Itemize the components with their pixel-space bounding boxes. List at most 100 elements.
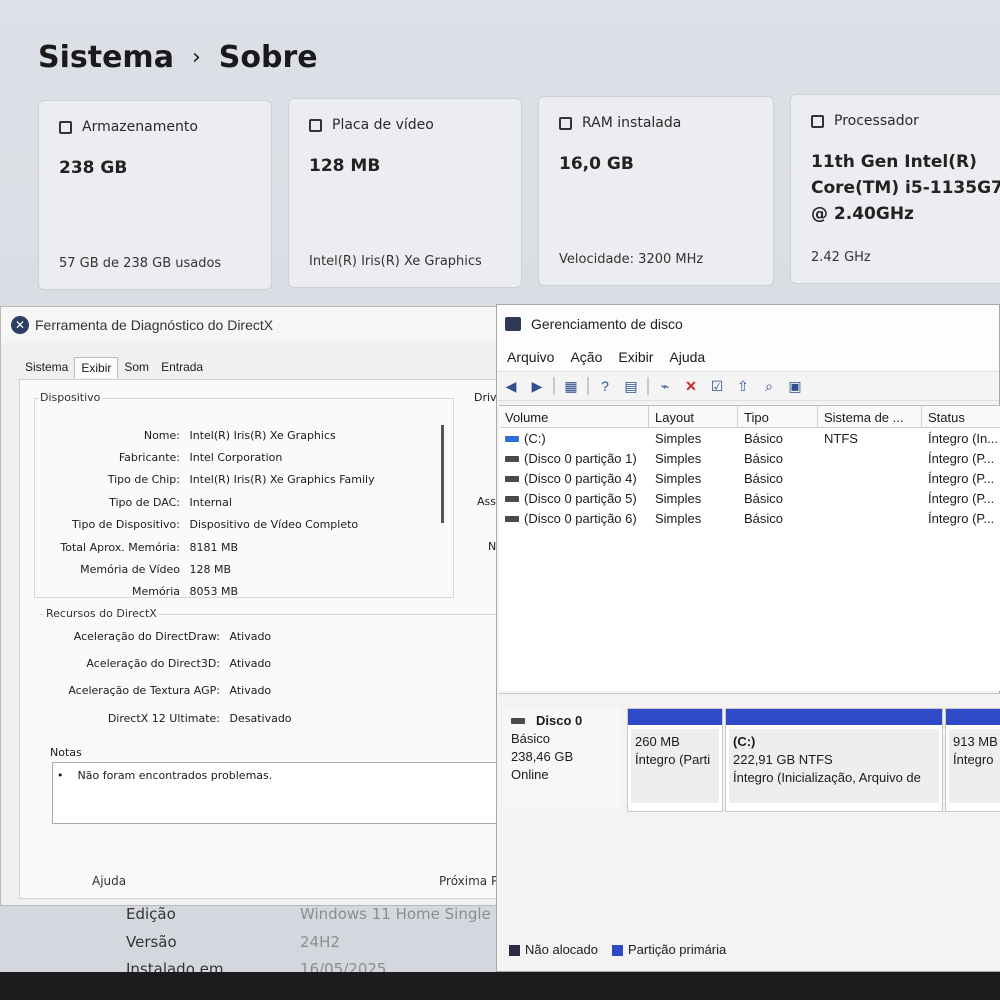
bullet-icon: • [57, 769, 64, 782]
device-row: Fabricante: Intel Corporation [40, 451, 283, 464]
partition-bar [946, 709, 1000, 725]
drive-icon [505, 496, 519, 503]
tab-entrada[interactable]: Entrada [155, 357, 209, 378]
table-row[interactable]: (Disco 0 partição 6) Simples Básico Ínte… [499, 508, 1000, 528]
disk-graphical-view: Disco 0 Básico 238,46 GB Online 260 MB Í… [499, 693, 1000, 971]
resource-value: Desativado [229, 712, 292, 725]
device-row: Memória 8053 MB [40, 585, 238, 598]
legend-label: Partição primária [628, 942, 727, 957]
device-value: 8053 MB [189, 585, 239, 598]
forward-icon[interactable]: ▶ [527, 376, 547, 396]
menu-ajuda[interactable]: Ajuda [669, 349, 705, 365]
legend-item: Partição primária [612, 942, 726, 957]
partition-size: 913 MB [953, 734, 998, 749]
breadcrumb-sistema[interactable]: Sistema [38, 40, 174, 75]
cpu-icon [811, 114, 824, 128]
device-value: Internal [189, 496, 232, 509]
tab-som[interactable]: Som [118, 357, 155, 378]
column-status[interactable]: Status [922, 406, 1000, 427]
back-icon[interactable]: ◀ [501, 376, 521, 396]
card-gpu[interactable]: Placa de vídeo 128 MB Intel(R) Iris(R) X… [288, 98, 522, 288]
help-button[interactable]: Ajuda [92, 874, 126, 888]
partition-status: Íntegro (Inicialização, Arquivo de [733, 770, 921, 785]
table-row[interactable]: (Disco 0 partição 4) Simples Básico Ínte… [499, 468, 1000, 488]
cell-layout: Simples [655, 450, 702, 466]
column-tipo[interactable]: Tipo [738, 406, 818, 427]
device-key: Nome: [143, 429, 180, 442]
device-key: Tipo de DAC: [109, 496, 180, 509]
partition-block[interactable]: 913 MB Íntegro [945, 708, 1000, 812]
device-row: Tipo de DAC: Internal [40, 496, 232, 509]
directx-icon: ✕ [11, 316, 29, 334]
card-cpu[interactable]: Processador 11th Gen Intel(R) Core(TM) i… [790, 94, 1000, 284]
cell-sistema: NTFS [824, 430, 858, 446]
partition-size: 222,91 GB NTFS [733, 752, 833, 767]
partition-bar [628, 709, 722, 725]
notes-box[interactable]: • Não foram encontrados problemas. [52, 762, 498, 824]
disk-management-titlebar[interactable]: Gerenciamento de disco [497, 305, 999, 343]
table-row[interactable]: (Disco 0 partição 5) Simples Básico Ínte… [499, 488, 1000, 508]
resource-key: Aceleração do Direct3D: [86, 657, 220, 670]
resource-key: Aceleração do DirectDraw: [73, 630, 220, 643]
up-folder-icon[interactable]: ⇧ [733, 376, 753, 396]
table-row[interactable]: (C:) Simples Básico NTFS Íntegro (In... [499, 428, 1000, 448]
disk-name: Disco 0 [536, 713, 583, 728]
search-icon[interactable]: ⌕ [759, 376, 779, 396]
cell-tipo: Básico [744, 430, 784, 446]
cell-volume: (Disco 0 partição 6) [524, 510, 637, 526]
menu-arquivo[interactable]: Arquivo [507, 349, 554, 365]
resource-key: DirectX 12 Ultimate: [107, 712, 220, 725]
column-layout[interactable]: Layout [649, 406, 738, 427]
cell-tipo: Básico [744, 490, 784, 506]
console-tree-icon[interactable]: ▦ [561, 376, 581, 396]
directx-titlebar[interactable]: ✕ Ferramenta de Diagnóstico do DirectX [1, 307, 499, 343]
cell-tipo: Básico [744, 510, 784, 526]
help-icon[interactable]: ? [595, 376, 615, 396]
column-sistema[interactable]: Sistema de ... [818, 406, 922, 427]
card-foot: 2.42 GHz [811, 250, 871, 265]
disk-type: Básico [511, 731, 551, 746]
card-title: RAM instalada [582, 115, 682, 131]
checklist-icon[interactable]: ☑ [707, 376, 727, 396]
ram-icon [559, 116, 572, 130]
disk-management-icon [505, 317, 521, 331]
partition-block[interactable]: (C:) 222,91 GB NTFS Íntegro (Inicializaç… [725, 708, 943, 812]
screen-bezel [0, 972, 1000, 1000]
menu-exibir[interactable]: Exibir [618, 349, 653, 365]
cell-status: Íntegro (P... [928, 490, 995, 506]
device-row: Tipo de Dispositivo: Dispositivo de Víde… [40, 518, 358, 531]
drive-icon [505, 456, 519, 463]
card-value: 128 MB [309, 156, 381, 176]
resource-row: DirectX 12 Ultimate: Desativado [40, 712, 292, 725]
table-row[interactable]: (Disco 0 partição 1) Simples Básico Ínte… [499, 448, 1000, 468]
directx-title: Ferramenta de Diagnóstico do DirectX [35, 317, 274, 333]
view-icon[interactable]: ▤ [621, 376, 641, 396]
card-ram[interactable]: RAM instalada 16,0 GB Velocidade: 3200 M… [538, 96, 774, 286]
connect-icon[interactable]: ⌁ [655, 376, 675, 396]
cell-tipo: Básico [744, 450, 784, 466]
resource-key: Aceleração de Textura AGP: [68, 684, 220, 697]
delete-icon[interactable]: ✕ [681, 376, 701, 396]
menu-acao[interactable]: Ação [570, 349, 602, 365]
card-value: 16,0 GB [559, 154, 634, 174]
disk-management-title: Gerenciamento de disco [531, 316, 683, 332]
cell-volume: (Disco 0 partição 1) [524, 450, 637, 466]
tab-sistema[interactable]: Sistema [19, 357, 74, 378]
driver-side-label: Ass [477, 495, 496, 508]
tab-exibir[interactable]: Exibir [74, 357, 119, 378]
legend-swatch [509, 945, 520, 957]
partition-block[interactable]: 260 MB Íntegro (Parti [627, 708, 723, 812]
column-volume[interactable]: Volume [499, 406, 649, 427]
drive-icon [505, 436, 519, 443]
card-title: Armazenamento [82, 119, 198, 135]
volume-table: Volume Layout Tipo Sistema de ... Status… [499, 405, 1000, 691]
card-foot: Intel(R) Iris(R) Xe Graphics [309, 254, 482, 269]
properties-icon[interactable]: ▣ [785, 376, 805, 396]
card-storage[interactable]: Armazenamento 238 GB 57 GB de 238 GB usa… [38, 100, 272, 290]
device-value: Intel Corporation [189, 451, 283, 464]
device-key: Fabricante: [118, 451, 180, 464]
disk-0-info[interactable]: Disco 0 Básico 238,46 GB Online [503, 708, 621, 808]
device-scrollbar[interactable] [441, 425, 444, 523]
cell-layout: Simples [655, 490, 702, 506]
spec-label: Versão [126, 933, 177, 951]
